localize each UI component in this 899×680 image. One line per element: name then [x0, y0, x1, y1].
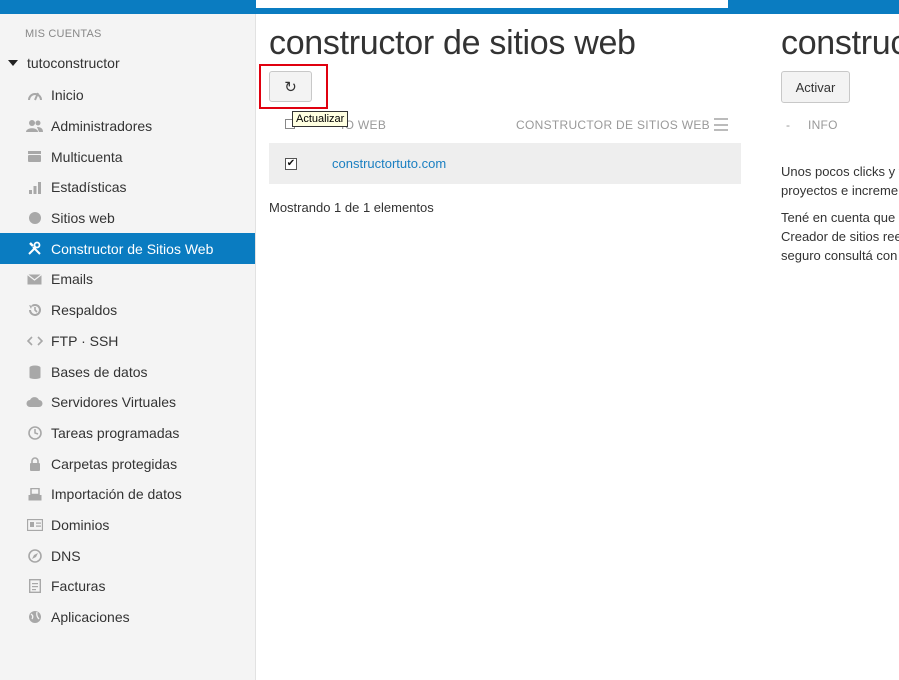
panel-text-line: proyectos e increme — [781, 183, 899, 198]
table-row: ✔ constructortuto.com — [269, 143, 741, 184]
sidebar-item-label: Importación de datos — [51, 486, 182, 503]
row-checkbox[interactable]: ✔ — [285, 157, 297, 170]
sidebar: MIS CUENTAS tutoconstructor Inicio Admin… — [0, 14, 256, 680]
envelope-icon — [26, 271, 43, 288]
stack-icon — [26, 148, 43, 165]
sidebar-item-label: Emails — [51, 271, 94, 288]
compass-icon — [26, 547, 43, 564]
panel-text-line: Creador de sitios ree — [781, 229, 899, 244]
panel-text-line: Tené en cuenta que — [781, 210, 896, 225]
sidebar-item-servidores-virtuales[interactable]: Servidores Virtuales — [0, 387, 255, 418]
sidebar-item-label: Tareas programadas — [51, 424, 180, 441]
details-panel: construc Activar - INFO Unos pocos click… — [781, 14, 899, 680]
id-card-icon — [26, 516, 43, 533]
cloud-icon — [26, 394, 43, 411]
sidebar-item-label: Carpetas protegidas — [51, 455, 178, 472]
list-menu-icon[interactable] — [714, 118, 728, 131]
code-icon — [26, 332, 43, 349]
sidebar-item-dominios[interactable]: Dominios — [0, 510, 255, 541]
users-icon — [26, 118, 43, 135]
activate-button[interactable]: Activar — [781, 71, 850, 103]
tab-info[interactable]: INFO — [808, 118, 838, 132]
panel-tabs: - INFO — [786, 118, 838, 132]
main-content: constructor de sitios web ↻ IO WEB CONST… — [256, 14, 899, 680]
sidebar-item-label: Servidores Virtuales — [51, 394, 177, 411]
refresh-button[interactable]: ↻ — [269, 71, 312, 102]
account-toggle[interactable]: tutoconstructor — [8, 55, 120, 71]
sidebar-item-inicio[interactable]: Inicio — [0, 80, 255, 111]
panel-title: construc — [781, 24, 899, 62]
sidebar-item-sitios-web[interactable]: Sitios web — [0, 203, 255, 234]
clock-icon — [26, 424, 43, 441]
sidebar-item-aplicaciones[interactable]: Aplicaciones — [0, 602, 255, 633]
globe-icon — [26, 210, 43, 227]
sidebar-item-carpetas-protegidas[interactable]: Carpetas protegidas — [0, 448, 255, 479]
sidebar-item-label: Inicio — [51, 87, 84, 104]
caret-down-icon — [8, 60, 18, 66]
sidebar-item-dns[interactable]: DNS — [0, 540, 255, 571]
apps-globe-icon — [26, 609, 43, 626]
sidebar-item-respaldos[interactable]: Respaldos — [0, 295, 255, 326]
top-search-field[interactable] — [256, 0, 728, 8]
gauge-icon — [26, 87, 43, 104]
sidebar-item-label: Dominios — [51, 516, 110, 533]
column-header-builder[interactable]: CONSTRUCTOR DE SITIOS WEB — [516, 118, 710, 132]
sidebar-item-multicuenta[interactable]: Multicuenta — [0, 141, 255, 172]
sidebar-item-label: Respaldos — [51, 302, 118, 319]
database-icon — [26, 363, 43, 380]
sidebar-item-label: Constructor de Sitios Web — [51, 240, 214, 257]
sidebar-item-label: DNS — [51, 547, 81, 564]
tools-icon — [26, 240, 43, 257]
import-icon — [26, 486, 43, 503]
sidebar-heading: MIS CUENTAS — [25, 28, 102, 40]
sidebar-item-label: Multicuenta — [51, 148, 123, 165]
sidebar-item-tareas-programadas[interactable]: Tareas programadas — [0, 418, 255, 449]
sidebar-item-label: Estadísticas — [51, 179, 127, 196]
refresh-icon: ↻ — [284, 78, 297, 96]
pagination-status: Mostrando 1 de 1 elementos — [269, 200, 434, 215]
tab-separator: - — [786, 118, 791, 132]
panel-text-line: Unos pocos clicks y t — [781, 164, 899, 179]
sidebar-item-constructor[interactable]: Constructor de Sitios Web — [0, 233, 255, 265]
sidebar-item-estadisticas[interactable]: Estadísticas — [0, 172, 255, 203]
sidebar-item-label: Aplicaciones — [51, 609, 130, 626]
refresh-tooltip: Actualizar — [292, 111, 349, 127]
sidebar-item-label: Sitios web — [51, 210, 115, 227]
document-icon — [26, 578, 43, 595]
sidebar-item-label: Administradores — [51, 118, 153, 135]
domain-link[interactable]: constructortuto.com — [332, 156, 446, 171]
lock-icon — [26, 455, 43, 472]
history-icon — [26, 302, 43, 319]
bar-chart-icon — [26, 179, 43, 196]
sidebar-nav: Inicio Administradores Multicuenta Estad… — [0, 80, 255, 632]
sidebar-item-label: Facturas — [51, 578, 106, 595]
sidebar-item-ftp-ssh[interactable]: FTP · SSH — [0, 326, 255, 357]
sidebar-item-administradores[interactable]: Administradores — [0, 111, 255, 142]
sidebar-item-emails[interactable]: Emails — [0, 264, 255, 295]
top-bar — [0, 0, 899, 14]
sidebar-item-bases-de-datos[interactable]: Bases de datos — [0, 356, 255, 387]
sidebar-item-importacion[interactable]: Importación de datos — [0, 479, 255, 510]
sidebar-item-facturas[interactable]: Facturas — [0, 571, 255, 602]
sidebar-item-label: Bases de datos — [51, 363, 148, 380]
sidebar-item-label: FTP · SSH — [51, 332, 119, 349]
page-title: constructor de sitios web — [269, 24, 636, 62]
panel-text-line: seguro consultá con — [781, 248, 898, 263]
account-name: tutoconstructor — [27, 55, 120, 71]
